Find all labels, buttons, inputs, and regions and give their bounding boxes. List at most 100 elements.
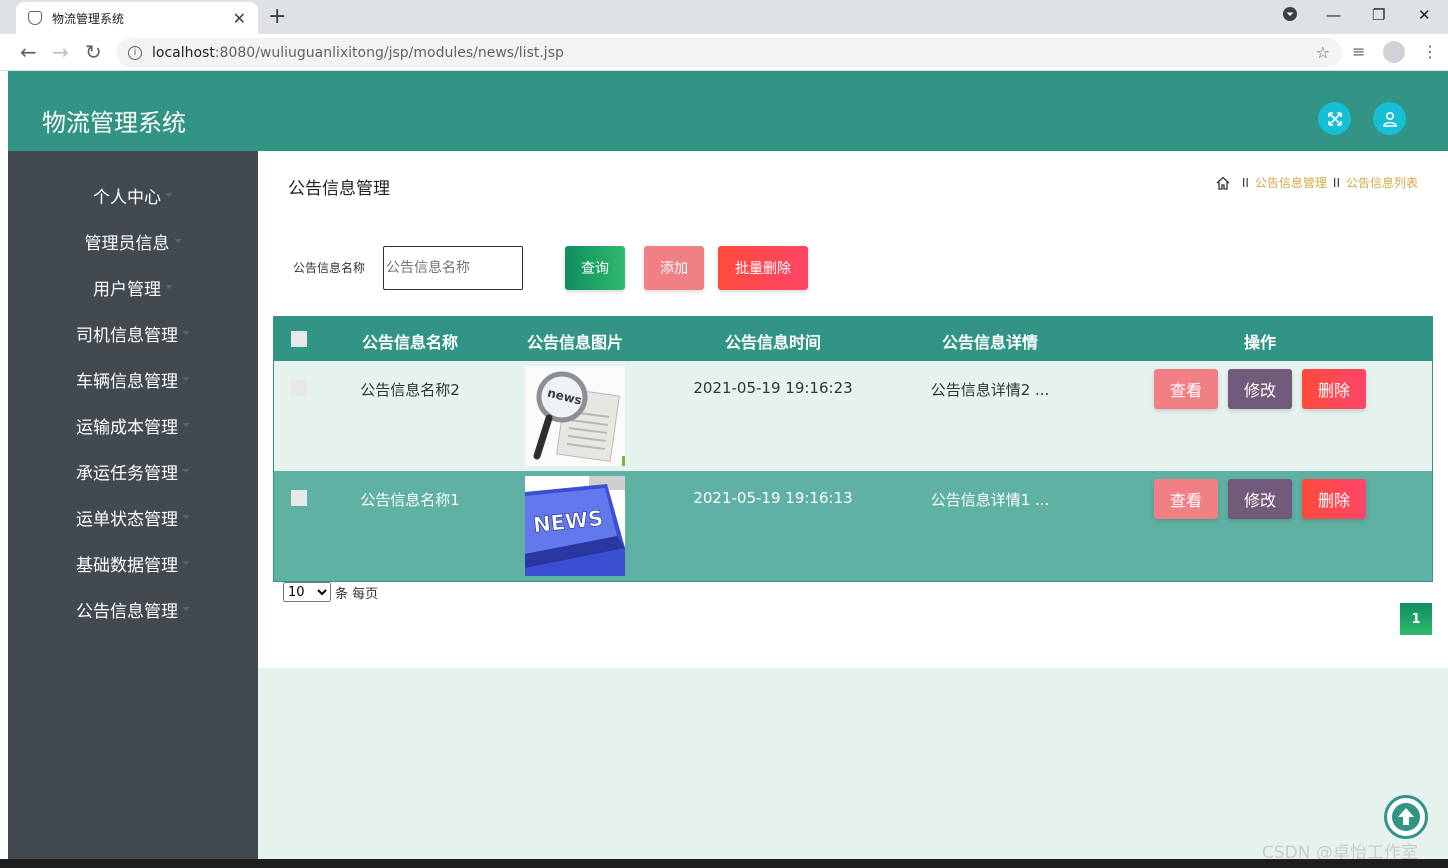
row-checkbox[interactable] [291, 490, 307, 506]
app-title: 物流管理系统 [42, 109, 186, 137]
sidebar-item-label: 运输成本管理 [76, 417, 178, 438]
caret-down-icon [182, 423, 190, 427]
sidebar-item-transport-cost[interactable]: 运输成本管理 [8, 402, 258, 448]
sidebar-item-vehicle-management[interactable]: 车辆信息管理 [8, 356, 258, 402]
view-button[interactable]: 查看 [1154, 479, 1218, 519]
news-key-image: NEWS [525, 476, 625, 576]
page-size-label: 条 每页 [335, 586, 379, 602]
tab-title: 物流管理系统 [52, 11, 125, 26]
edit-button[interactable]: 修改 [1228, 369, 1292, 409]
sidebar-item-user-management[interactable]: 用户管理 [8, 264, 258, 310]
bulk-delete-button[interactable]: 批量删除 [718, 246, 808, 290]
close-tab-icon[interactable]: ✕ [233, 9, 246, 28]
caret-down-icon [165, 193, 173, 197]
page-title: 公告信息管理 [288, 179, 390, 199]
sidebar-item-label: 用户管理 [93, 279, 161, 300]
browser-tab[interactable]: 物流管理系统 ✕ [16, 2, 258, 34]
reload-icon[interactable]: ↻ [85, 40, 102, 64]
cell-detail: 公告信息详情2 ... [930, 381, 1050, 399]
user-icon[interactable] [1373, 102, 1406, 135]
breadcrumb-separator: II [1241, 175, 1249, 190]
sidebar-item-personal-center[interactable]: 个人中心 [8, 172, 258, 218]
caret-down-icon [182, 515, 190, 519]
restore-icon[interactable]: ❐ [1372, 6, 1385, 24]
sidebar: 个人中心 管理员信息 用户管理 司机信息管理 车辆信息管理 运输成本管理 承运任… [8, 151, 258, 868]
search-label: 公告信息名称 [293, 261, 366, 275]
breadcrumb-separator: II [1332, 175, 1340, 190]
edit-button[interactable]: 修改 [1228, 479, 1292, 519]
forward-icon[interactable]: → [52, 40, 69, 64]
caret-down-icon [182, 607, 190, 611]
reading-list-icon[interactable]: ≡ [1352, 42, 1365, 61]
sidebar-item-label: 基础数据管理 [76, 555, 178, 576]
browser-tab-bar: 物流管理系统 ✕ + — ❐ ✕ [0, 0, 1448, 34]
url-input[interactable]: i localhost:8080/wuliuguanlixitong/jsp/m… [116, 38, 1342, 67]
home-icon[interactable] [1216, 176, 1230, 190]
column-header: 操作 [1243, 333, 1277, 352]
caret-down-icon [182, 377, 190, 381]
view-button[interactable]: 查看 [1154, 369, 1218, 409]
sidebar-item-label: 车辆信息管理 [76, 371, 178, 392]
cell-time: 2021-05-19 19:16:13 [693, 489, 853, 507]
column-header: 公告信息时间 [724, 333, 822, 352]
profile-avatar-icon[interactable] [1383, 41, 1405, 63]
address-bar: ← → ↻ i localhost:8080/wuliuguanlixitong… [0, 34, 1448, 71]
table-header: 公告信息名称 公告信息图片 公告信息时间 公告信息详情 操作 [274, 317, 1432, 361]
page-size-control: 10 条 每页 [283, 582, 378, 602]
arrow-up-icon [1392, 803, 1420, 831]
back-to-top-button[interactable] [1384, 795, 1428, 839]
info-icon[interactable]: i [128, 45, 142, 60]
cell-detail: 公告信息详情1 ... [930, 491, 1050, 509]
delete-button[interactable]: 删除 [1302, 369, 1366, 409]
sidebar-item-waybill-status[interactable]: 运单状态管理 [8, 494, 258, 540]
news-magnifier-image: news [525, 366, 625, 466]
breadcrumb-item[interactable]: 公告信息列表 [1346, 174, 1418, 191]
announcement-table: 公告信息名称 公告信息图片 公告信息时间 公告信息详情 操作 公告信息名称2 n… [273, 316, 1433, 582]
sidebar-item-admin-info[interactable]: 管理员信息 [8, 218, 258, 264]
sidebar-item-driver-management[interactable]: 司机信息管理 [8, 310, 258, 356]
shield-icon [28, 11, 42, 25]
table-row: 公告信息名称1 NEWS 2021-05-19 19:16:13 公告信息详情1… [274, 471, 1432, 581]
row-checkbox[interactable] [291, 380, 307, 396]
profile-dropdown-icon[interactable] [1282, 6, 1298, 26]
page-size-select[interactable]: 10 [283, 582, 331, 602]
column-header: 公告信息图片 [526, 333, 624, 352]
sidebar-item-label: 管理员信息 [84, 233, 170, 254]
fullscreen-icon[interactable] [1318, 102, 1351, 135]
main-content: 公告信息管理 II 公告信息管理 II 公告信息列表 公告信息名称 查询 添加 … [258, 151, 1448, 668]
cell-name: 公告信息名称2 [360, 381, 460, 399]
search-input[interactable] [383, 246, 523, 290]
menu-icon[interactable]: ⋮ [1422, 42, 1438, 61]
sidebar-item-label: 运单状态管理 [76, 509, 178, 530]
query-button[interactable]: 查询 [565, 246, 625, 290]
sidebar-item-label: 承运任务管理 [76, 463, 178, 484]
window-close-icon[interactable]: ✕ [1418, 6, 1431, 24]
back-icon[interactable]: ← [20, 40, 37, 64]
caret-down-icon [182, 469, 190, 473]
column-header: 公告信息详情 [941, 333, 1039, 352]
bookmark-star-icon[interactable]: ☆ [1316, 43, 1330, 62]
page-button[interactable]: 1 [1400, 603, 1432, 635]
new-tab-icon[interactable]: + [268, 4, 286, 29]
table-row: 公告信息名称2 news 2021-05-19 19:16:23 公告信息详情2… [274, 361, 1432, 471]
cell-time: 2021-05-19 19:16:23 [693, 379, 853, 397]
column-header: 公告信息名称 [361, 333, 459, 352]
sidebar-item-label: 司机信息管理 [76, 325, 178, 346]
sidebar-item-label: 个人中心 [93, 187, 161, 208]
breadcrumb: II 公告信息管理 II 公告信息列表 [1216, 174, 1418, 191]
sidebar-item-carrier-task[interactable]: 承运任务管理 [8, 448, 258, 494]
taskbar [0, 859, 1448, 868]
minimize-icon[interactable]: — [1326, 6, 1341, 24]
select-all-checkbox[interactable] [291, 331, 307, 347]
url-host: localhost [152, 44, 215, 61]
url-path: :8080/wuliuguanlixitong/jsp/modules/news… [214, 44, 564, 61]
breadcrumb-item[interactable]: 公告信息管理 [1255, 174, 1327, 191]
sidebar-item-announcement[interactable]: 公告信息管理 [8, 586, 258, 632]
app-header: 物流管理系统 [8, 71, 1448, 151]
sidebar-item-basic-data[interactable]: 基础数据管理 [8, 540, 258, 586]
cell-name: 公告信息名称1 [360, 491, 460, 509]
delete-button[interactable]: 删除 [1302, 479, 1366, 519]
caret-down-icon [182, 561, 190, 565]
add-button[interactable]: 添加 [644, 246, 704, 290]
sidebar-item-label: 公告信息管理 [76, 601, 178, 622]
